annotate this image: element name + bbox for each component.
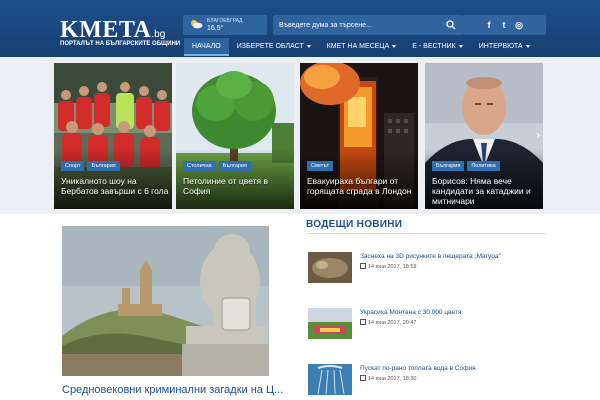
site-tagline: ПОРТАЛЪТ НА БЪЛГАРСКИТЕ ОБЩИНИ xyxy=(60,41,181,47)
news-date-text: 14 юни 2017, 20:47 xyxy=(368,320,417,326)
nav-item-interviews[interactable]: ИНТЕРВЮТА xyxy=(471,38,538,56)
category-tag[interactable]: България xyxy=(218,161,251,171)
card-tags: Столична България xyxy=(183,161,251,171)
category-tag[interactable]: България xyxy=(87,161,120,171)
slider-card[interactable]: Светът Евакуираха българи от горящата сг… xyxy=(300,63,418,209)
card-tags: България Политика xyxy=(432,161,500,171)
calendar-icon xyxy=(360,319,366,325)
nav-item-e-newspaper[interactable]: Е - ВЕСТНИК xyxy=(404,38,471,56)
castle-lion-photo xyxy=(62,226,269,376)
site-header: KMETA.bg ПОРТАЛЪТ НА БЪЛГАРСКИТЕ ОБЩИНИ … xyxy=(0,0,600,57)
card-title[interactable]: Борисов: Няма вече кандидати за катаджии… xyxy=(432,176,540,206)
news-thumbnail[interactable] xyxy=(308,308,352,339)
featured-article-image[interactable] xyxy=(62,226,269,376)
news-thumbnail[interactable] xyxy=(308,252,352,283)
site-logo[interactable]: KMETA.bg xyxy=(60,18,165,42)
news-item[interactable]: Украсиха Монтана с 30 000 цветя 14 юни 2… xyxy=(308,308,548,342)
partly-cloudy-icon xyxy=(191,20,203,29)
card-title[interactable]: Уникалното шоу на Бербатов завърши с 6 г… xyxy=(61,176,169,196)
slider-card[interactable]: България Политика Борисов: Няма вече кан… xyxy=(425,63,543,209)
cave-drawing-photo xyxy=(308,252,352,283)
section-divider xyxy=(306,233,546,234)
nav-label: ИЗБЕРЕТЕ ОБЛАСТ xyxy=(236,43,304,50)
category-tag[interactable]: Столична xyxy=(183,161,216,171)
caret-down-icon xyxy=(306,44,311,48)
card-tags: Спорт България xyxy=(61,161,120,171)
nav-label: КМЕТ НА МЕСЕЦА xyxy=(326,43,390,50)
nav-label: ИНТЕРВЮТА xyxy=(478,43,523,50)
card-title[interactable]: Евакуираха българи от горящата сграда в … xyxy=(307,176,415,196)
category-tag[interactable]: Политика xyxy=(467,161,500,171)
search-input[interactable] xyxy=(279,18,439,32)
weather-widget: БЛАГОЕВГРАД 16.5° xyxy=(183,15,267,35)
shower-water-photo xyxy=(308,364,352,395)
calendar-icon xyxy=(360,263,366,269)
caret-down-icon xyxy=(458,44,463,48)
category-tag[interactable]: България xyxy=(432,161,465,171)
flower-town-photo xyxy=(308,308,352,339)
featured-article-title[interactable]: Средновековни криминални загадки на Ц... xyxy=(62,383,292,397)
caret-down-icon xyxy=(392,44,397,48)
slider-card[interactable]: Столична България Петолиние от цветя в С… xyxy=(176,63,294,209)
social-links: f t ◎ xyxy=(463,15,546,35)
instagram-icon[interactable]: ◎ xyxy=(513,19,525,31)
chevron-right-icon[interactable]: › xyxy=(536,128,540,142)
card-tags: Светът xyxy=(307,161,334,171)
news-date: 14 юни 2017, 20:47 xyxy=(360,319,416,326)
search-icon[interactable] xyxy=(446,20,456,30)
news-date-text: 14 юни 2017, 18:30 xyxy=(368,376,417,382)
nav-item-mayor-of-month[interactable]: КМЕТ НА МЕСЕЦА xyxy=(319,38,405,56)
category-tag[interactable]: Спорт xyxy=(61,161,85,171)
news-item[interactable]: Заснеха на 3D рисунките в пещерата „Магу… xyxy=(308,252,548,286)
weather-temperature: 16.5° xyxy=(207,25,224,32)
news-date: 14 юни 2017, 18:59 xyxy=(360,263,416,270)
news-title[interactable]: Пускат по-рано топлата вода в София xyxy=(360,365,476,372)
main-navigation: НАЧАЛО ИЗБЕРЕТЕ ОБЛАСТ КМЕТ НА МЕСЕЦА Е … xyxy=(184,38,538,56)
calendar-icon xyxy=(360,375,366,381)
caret-down-icon xyxy=(525,44,530,48)
news-title[interactable]: Украсиха Монтана с 30 000 цветя xyxy=(360,309,461,316)
nav-item-select-region[interactable]: ИЗБЕРЕТЕ ОБЛАСТ xyxy=(229,38,319,56)
news-date-text: 14 юни 2017, 18:59 xyxy=(368,264,417,270)
nav-label: НАЧАЛО xyxy=(192,43,221,50)
twitter-icon[interactable]: t xyxy=(498,19,510,31)
news-title[interactable]: Заснеха на 3D рисунките в пещерата „Магу… xyxy=(360,253,501,260)
card-title[interactable]: Петолиние от цветя в София xyxy=(183,176,291,196)
leading-news-heading: ВОДЕЩИ НОВИНИ xyxy=(306,219,403,230)
facebook-icon[interactable]: f xyxy=(483,19,495,31)
nav-label: Е - ВЕСТНИК xyxy=(412,43,456,50)
nav-item-home[interactable]: НАЧАЛО xyxy=(184,38,229,56)
slider-card[interactable]: Спорт България Уникалното шоу на Бербато… xyxy=(54,63,172,209)
search-box xyxy=(273,15,463,35)
news-item[interactable]: Пускат по-рано топлата вода в София 14 ю… xyxy=(308,364,548,398)
category-tag[interactable]: Светът xyxy=(307,161,334,171)
news-date: 14 юни 2017, 18:30 xyxy=(360,375,416,382)
logo-domain: .bg xyxy=(151,29,166,40)
weather-city: БЛАГОЕВГРАД xyxy=(207,18,243,24)
news-thumbnail[interactable] xyxy=(308,364,352,395)
logo-text: KMETA xyxy=(60,17,152,43)
